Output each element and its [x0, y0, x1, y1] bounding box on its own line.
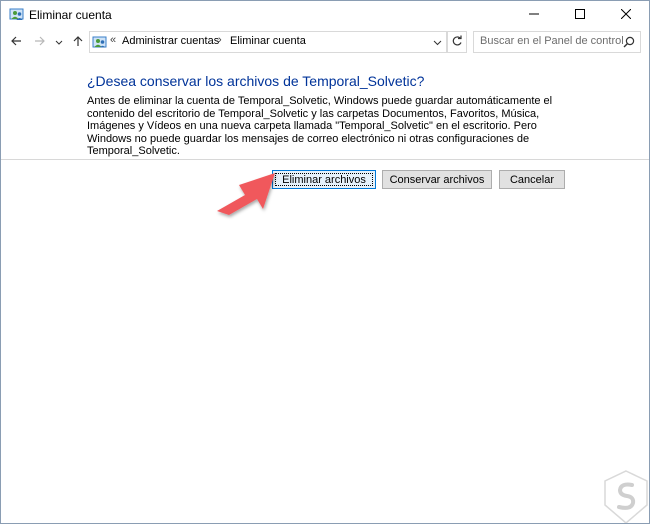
back-arrow-icon: [10, 35, 22, 50]
maximize-button[interactable]: [557, 1, 603, 29]
delete-files-button[interactable]: Eliminar archivos: [272, 170, 376, 189]
description-text: Antes de eliminar la cuenta de Temporal_…: [87, 95, 553, 158]
cancel-button[interactable]: Cancelar: [499, 170, 565, 189]
window-title: Eliminar cuenta: [29, 8, 112, 22]
search-placeholder: Buscar en el Panel de control: [480, 35, 624, 47]
refresh-button[interactable]: [447, 31, 467, 53]
keep-files-button[interactable]: Conservar archivos: [382, 170, 492, 189]
control-panel-icon: [92, 34, 108, 50]
user-accounts-icon: [9, 7, 25, 23]
forward-arrow-icon: [34, 35, 46, 50]
window: Eliminar cuenta « Administrar cuentas › …: [0, 0, 650, 524]
breadcrumb-separator[interactable]: ›: [218, 34, 222, 46]
breadcrumb-administrar-cuentas[interactable]: Administrar cuentas: [122, 35, 219, 47]
back-button[interactable]: [7, 32, 25, 52]
navigation-bar: « Administrar cuentas › Eliminar cuenta …: [1, 29, 649, 55]
recent-locations-button[interactable]: [53, 32, 65, 52]
address-bar[interactable]: « Administrar cuentas › Eliminar cuenta: [89, 31, 447, 53]
up-arrow-icon: [72, 35, 84, 50]
up-button[interactable]: [69, 32, 87, 52]
title-bar: Eliminar cuenta: [1, 1, 649, 29]
minimize-icon: [529, 8, 539, 22]
page-title: ¿Desea conservar los archivos de Tempora…: [87, 73, 425, 89]
chevron-down-icon: [433, 35, 442, 49]
divider: [1, 159, 649, 160]
address-dropdown-button[interactable]: [430, 35, 444, 49]
close-icon: [620, 8, 632, 22]
red-arrow-icon: [207, 167, 281, 231]
search-input[interactable]: Buscar en el Panel de control: [473, 31, 641, 53]
breadcrumb-eliminar-cuenta[interactable]: Eliminar cuenta: [230, 35, 306, 47]
chevron-down-icon: [55, 35, 63, 49]
close-button[interactable]: [603, 1, 649, 29]
forward-button[interactable]: [31, 32, 49, 52]
breadcrumb-overflow[interactable]: «: [110, 34, 116, 46]
minimize-button[interactable]: [511, 1, 557, 29]
maximize-icon: [575, 8, 585, 22]
refresh-icon: [451, 35, 463, 50]
search-icon[interactable]: [622, 35, 636, 49]
solvetic-logo-icon: [601, 469, 649, 523]
